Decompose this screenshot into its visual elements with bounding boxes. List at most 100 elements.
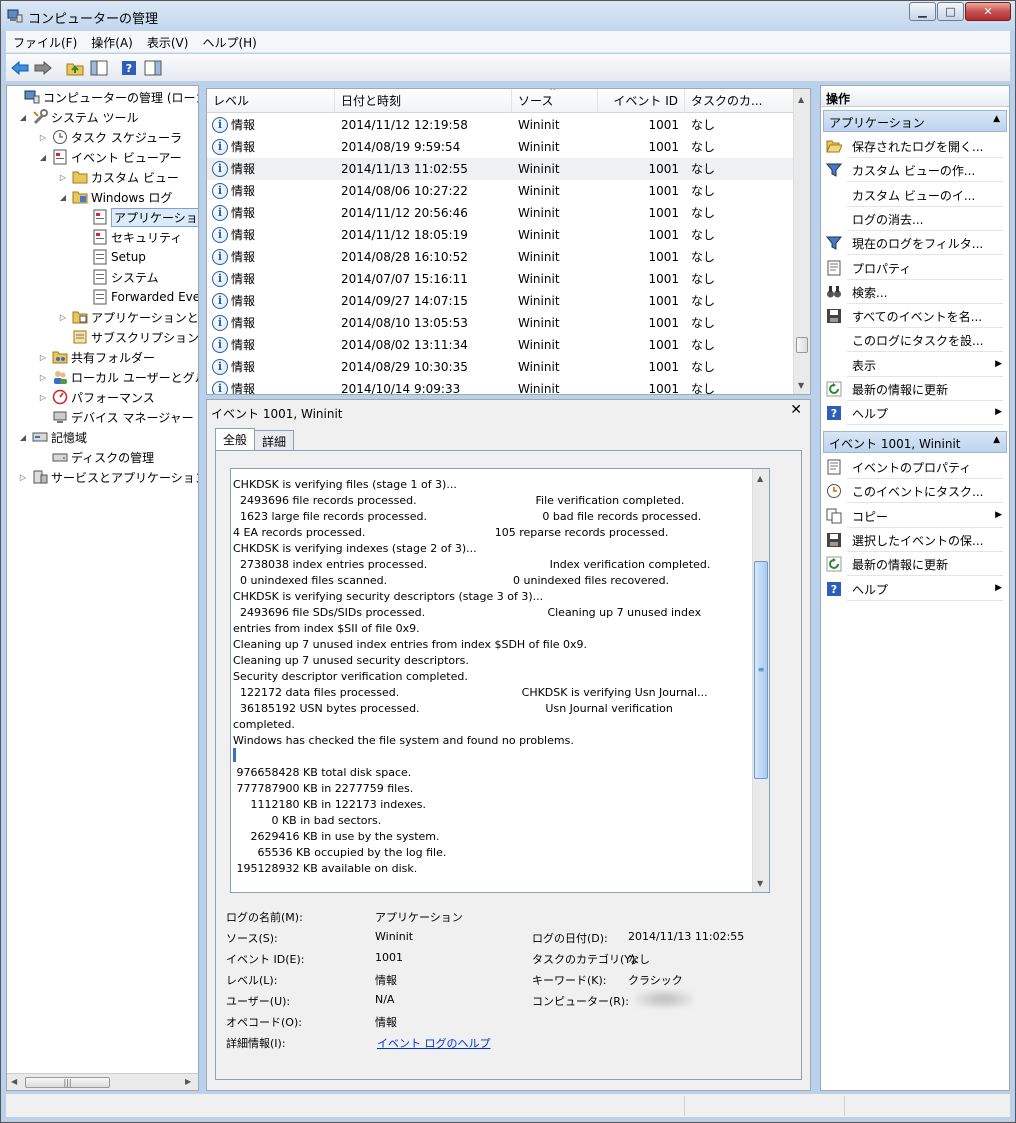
col-level[interactable]: レベル xyxy=(207,89,335,113)
tree-item-system-tools[interactable]: ◢ システム ツール xyxy=(17,107,138,127)
table-row[interactable]: i 情報 2014/11/12 18:05:19 Wininit 1001 なし xyxy=(207,224,795,246)
action-item[interactable]: イベントのプロパティ xyxy=(824,455,1006,479)
tab-general[interactable]: 全般 xyxy=(215,428,256,450)
col-datetime[interactable]: 日付と時刻 xyxy=(335,89,512,113)
tree-item-performance[interactable]: ▷ パフォーマンス xyxy=(37,387,155,407)
action-item[interactable]: ? ヘルプ ▶ xyxy=(824,401,1006,425)
action-item[interactable]: すべてのイベントを名... xyxy=(824,304,1006,328)
action-label: プロパティ xyxy=(852,261,912,276)
action-item[interactable]: このログにタスクを設... xyxy=(824,328,1006,352)
scroll-down-icon[interactable]: ▼ xyxy=(757,879,763,888)
tree-item-windows-logs[interactable]: ◢ Windows ログ xyxy=(57,187,172,207)
action-item[interactable]: カスタム ビューの作... xyxy=(824,158,1006,182)
close-detail-icon[interactable]: ✕ xyxy=(790,402,802,418)
tree-item-computer-management[interactable]: コンピューターの管理 (ローカル) xyxy=(9,87,198,107)
actions-section-application[interactable]: アプリケーション ▲ xyxy=(823,110,1007,132)
scroll-down-icon[interactable]: ▼ xyxy=(798,381,804,390)
table-row[interactable]: i 情報 2014/11/12 20:56:46 Wininit 1001 なし xyxy=(207,202,795,224)
tree-item-security[interactable]: セキュリティ xyxy=(77,227,182,247)
tree-item-setup[interactable]: Setup xyxy=(77,247,146,267)
tree-item-app-service-logs[interactable]: ▷アプリケーションとサービス ログ xyxy=(57,307,198,327)
action-item[interactable]: ログの消去... xyxy=(824,207,1006,231)
table-row[interactable]: i 情報 2014/08/29 10:30:35 Wininit 1001 なし xyxy=(207,356,795,378)
action-item[interactable]: コピー ▶ xyxy=(824,504,1006,528)
back-icon[interactable] xyxy=(10,58,30,78)
level-label: レベル(L): xyxy=(226,974,278,987)
action-item[interactable]: 現在のログをフィルタ... xyxy=(824,231,1006,255)
event-id-label: イベント ID(E): xyxy=(226,953,305,966)
folder-icon xyxy=(72,191,88,204)
tree-item-disk-management[interactable]: ディスクの管理 xyxy=(37,447,154,467)
actions-section-event[interactable]: イベント 1001, Wininit ▲ xyxy=(823,431,1007,453)
action-label: ヘルプ xyxy=(852,582,889,597)
action-item[interactable]: 選択したイベントの保... xyxy=(824,528,1006,552)
action-item[interactable]: 最新の情報に更新 xyxy=(824,377,1006,401)
help-icon[interactable]: ? xyxy=(119,58,139,78)
action-item[interactable]: ? ヘルプ ▶ xyxy=(824,577,1006,601)
show-hide-tree-icon[interactable] xyxy=(89,58,109,78)
description-scrollbar[interactable]: ▲ ≡ ▼ xyxy=(752,469,769,892)
scroll-up-icon[interactable]: ▲ xyxy=(757,474,763,483)
list-vertical-scrollbar[interactable]: ▲ ▼ xyxy=(793,89,810,394)
tab-details[interactable]: 詳細 xyxy=(254,430,295,450)
task-category-cell: なし xyxy=(691,316,716,330)
action-item[interactable]: カスタム ビューのイ... xyxy=(824,183,1006,207)
tree-item-task-scheduler[interactable]: ▷ タスク スケジューラ xyxy=(37,127,182,147)
forward-icon[interactable] xyxy=(33,58,53,78)
tree-item-storage[interactable]: ◢ 記憶域 xyxy=(17,427,87,447)
show-hide-action-pane-icon[interactable] xyxy=(143,58,163,78)
minimize-button[interactable]: ▁ xyxy=(909,2,936,21)
tree-item-subscriptions[interactable]: サブスクリプション xyxy=(57,327,198,347)
scroll-up-icon[interactable]: ▲ xyxy=(798,95,804,104)
collapse-icon[interactable]: ▲ xyxy=(993,435,1000,445)
action-item[interactable]: このイベントにタスク... xyxy=(824,479,1006,503)
action-item[interactable]: 保存されたログを開く... xyxy=(824,134,1006,158)
table-row[interactable]: i 情報 2014/08/02 13:11:34 Wininit 1001 なし xyxy=(207,334,795,356)
action-item[interactable]: 検索... xyxy=(824,280,1006,304)
close-button[interactable]: ✕ xyxy=(965,2,1011,21)
up-folder-icon[interactable] xyxy=(65,58,85,78)
event-log-help-link[interactable]: イベント ログのヘルプ xyxy=(377,1035,491,1051)
table-row[interactable]: i 情報 2014/08/06 10:27:22 Wininit 1001 なし xyxy=(207,180,795,202)
scroll-left-icon[interactable]: ◀ xyxy=(11,1077,17,1086)
event-detail-pane: イベント 1001, Wininit ✕ 全般 詳細 CHKDSK is ver… xyxy=(206,399,811,1091)
table-row[interactable]: i 情報 2014/10/14 9:09:33 Wininit 1001 なし xyxy=(207,378,795,394)
tree-item-device-manager[interactable]: デバイス マネージャー xyxy=(37,407,194,427)
filter-icon xyxy=(826,236,842,250)
table-row[interactable]: i 情報 2014/11/13 11:02:55 Wininit 1001 なし xyxy=(207,158,795,180)
action-item[interactable]: 最新の情報に更新 xyxy=(824,552,1006,576)
collapse-icon[interactable]: ▲ xyxy=(993,114,1000,124)
table-row[interactable]: i 情報 2014/07/07 15:16:11 Wininit 1001 なし xyxy=(207,268,795,290)
event-description[interactable]: CHKDSK is verifying files (stage 1 of 3)… xyxy=(230,468,770,893)
table-row[interactable]: i 情報 2014/08/10 13:05:53 Wininit 1001 なし xyxy=(207,312,795,334)
menu-action[interactable]: 操作(A) xyxy=(84,31,140,52)
datetime-cell: 2014/11/12 18:05:19 xyxy=(341,228,468,242)
tree-item-application[interactable]: アプリケーション xyxy=(77,207,198,227)
scroll-thumb[interactable]: ≡ xyxy=(754,561,768,779)
scroll-right-icon[interactable]: ▶ xyxy=(185,1077,191,1086)
table-row[interactable]: i 情報 2014/11/12 12:19:58 Wininit 1001 なし xyxy=(207,114,795,136)
tree-horizontal-scrollbar[interactable]: ◀ ||| ▶ xyxy=(7,1073,198,1090)
menu-help[interactable]: ヘルプ(H) xyxy=(195,31,263,52)
col-task-category[interactable]: タスクのカ... xyxy=(685,89,795,113)
title-bar[interactable]: コンピューターの管理 ▁ □ ✕ xyxy=(1,1,1015,31)
table-row[interactable]: i 情報 2014/09/27 14:07:15 Wininit 1001 なし xyxy=(207,290,795,312)
tree-item-local-users-groups[interactable]: ▷ローカル ユーザーとグループ xyxy=(37,367,198,387)
action-item[interactable]: 表示 ▶ xyxy=(824,353,1006,377)
tree-item-shared-folders[interactable]: ▷ 共有フォルダー xyxy=(37,347,155,367)
maximize-button[interactable]: □ xyxy=(937,2,964,21)
tree-item-system[interactable]: システム xyxy=(77,267,159,287)
menu-file[interactable]: ファイル(F) xyxy=(6,31,84,52)
col-event-id[interactable]: イベント ID xyxy=(598,89,685,113)
table-row[interactable]: i 情報 2014/08/28 16:10:52 Wininit 1001 なし xyxy=(207,246,795,268)
action-item[interactable]: プロパティ xyxy=(824,256,1006,280)
menu-view[interactable]: 表示(V) xyxy=(140,31,196,52)
tree-item-forwarded-events[interactable]: Forwarded Events xyxy=(77,287,198,307)
tree-item-services-applications[interactable]: ▷ サービスとアプリケーション xyxy=(17,467,198,487)
table-row[interactable]: i 情報 2014/08/19 9:59:54 Wininit 1001 なし xyxy=(207,136,795,158)
tree-item-custom-views[interactable]: ▷ カスタム ビュー xyxy=(57,167,179,187)
tree-item-event-viewer[interactable]: ◢ イベント ビューアー xyxy=(37,147,182,167)
scroll-thumb[interactable]: ||| xyxy=(25,1077,110,1088)
scroll-thumb[interactable] xyxy=(796,337,808,353)
information-icon: i xyxy=(212,117,228,133)
